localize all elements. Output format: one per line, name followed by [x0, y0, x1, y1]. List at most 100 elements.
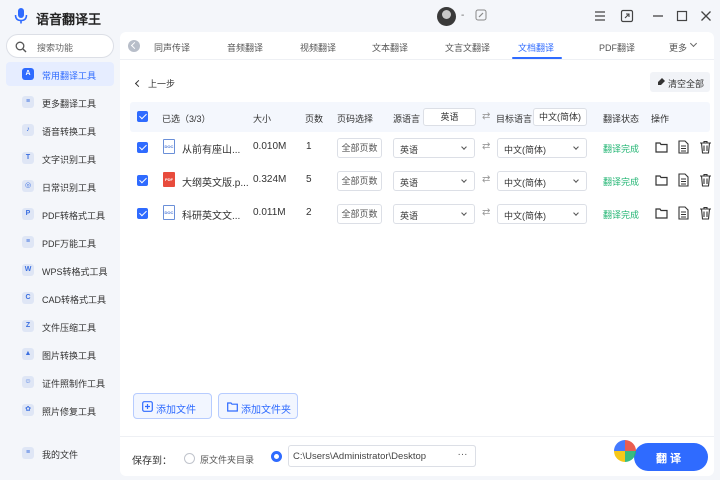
custom-dir-radio[interactable] — [271, 451, 282, 462]
sidebar-item-label: 常用翻译工具 — [42, 71, 97, 81]
open-folder-icon[interactable] — [655, 140, 668, 154]
sidebar-item-text-ocr[interactable]: T 文字识别工具 — [6, 146, 114, 170]
close-icon[interactable] — [699, 9, 713, 23]
target-lang-dropdown[interactable]: 中文(简体) — [497, 171, 587, 191]
save-path-input[interactable]: C:\Users\Administrator\Desktop — [288, 445, 476, 467]
menu-icon[interactable] — [593, 9, 607, 23]
broom-icon — [658, 78, 665, 85]
sidebar-item-voice-convert[interactable]: ♪ 语音转换工具 — [6, 118, 114, 142]
view-file-icon[interactable] — [677, 206, 690, 220]
save-path-value: C:\Users\Administrator\Desktop — [293, 451, 427, 462]
tab-audio[interactable]: 音频翻译 — [227, 41, 263, 54]
row-checkbox[interactable] — [137, 175, 148, 186]
page-select-button[interactable]: 全部页数 — [337, 171, 382, 191]
sidebar-item-id-photo[interactable]: ☺ 证件照制作工具 — [6, 370, 114, 394]
tab-more[interactable]: 更多 — [669, 41, 687, 54]
row-checkbox[interactable] — [137, 142, 148, 153]
open-folder-icon[interactable] — [655, 173, 668, 187]
clear-all-label: 清空全部 — [668, 79, 705, 89]
source-lang-value: 英语 — [400, 211, 419, 221]
sidebar-item-pdf-tools[interactable]: ≡ PDF万能工具 — [6, 230, 114, 254]
delete-icon[interactable] — [699, 173, 712, 187]
target-lang-dropdown[interactable]: 中文(简体) — [497, 138, 587, 158]
sidebar-item-photo-repair[interactable]: ✿ 照片修复工具 — [6, 398, 114, 422]
doc-file-icon — [163, 139, 175, 154]
add-folder-icon — [227, 402, 238, 412]
tab-text[interactable]: 文本翻译 — [372, 41, 408, 54]
sidebar-item-pdf-convert[interactable]: P PDF转格式工具 — [6, 202, 114, 226]
sidebar-item-my-files[interactable]: ≡ 我的文件 — [6, 441, 114, 465]
username: - — [461, 10, 465, 21]
page-select-button[interactable]: 全部页数 — [337, 204, 382, 224]
source-lang-dropdown[interactable]: 英语 — [393, 204, 475, 224]
clear-all-button[interactable]: 清空全部 — [650, 72, 710, 92]
sidebar-item-file-compress[interactable]: Z 文件压缩工具 — [6, 314, 114, 338]
select-all-checkbox[interactable] — [137, 111, 148, 122]
tab-pdf[interactable]: PDF翻译 — [599, 41, 635, 54]
maximize-icon[interactable] — [675, 9, 689, 23]
table-row: 从前有座山... 0.010M 1 全部页数 英语 ⇄ 中文(简体) 翻译完成 — [130, 131, 712, 164]
source-lang-dropdown[interactable]: 英语 — [393, 171, 475, 191]
target-lang-dropdown[interactable]: 中文(简体) — [497, 204, 587, 224]
sidebar-item-wps-convert[interactable]: W WPS转格式工具 — [6, 258, 114, 282]
edit-icon[interactable] — [475, 9, 487, 21]
add-folder-button[interactable]: 添加文件夹 — [218, 393, 298, 419]
translate-button[interactable]: 翻 译 — [634, 443, 708, 471]
page-select-button[interactable]: 全部页数 — [337, 138, 382, 158]
tab-scroll-left-icon[interactable] — [128, 40, 140, 52]
sidebar-item-daily-recognition[interactable]: ◎ 日常识别工具 — [6, 174, 114, 198]
source-lang-value: 英语 — [400, 145, 419, 155]
tab-video[interactable]: 视频翻译 — [300, 41, 336, 54]
add-file-button[interactable]: 添加文件 — [133, 393, 212, 419]
add-file-icon — [142, 401, 153, 412]
scan-icon: ◎ — [22, 180, 34, 192]
sidebar-item-label: 更多翻译工具 — [42, 99, 97, 109]
id-photo-icon: ☺ — [22, 376, 34, 388]
batch-target-lang-select[interactable]: 中文(简体) — [533, 108, 587, 126]
back-button[interactable]: 上一步 — [148, 77, 175, 90]
chevron-down-icon[interactable] — [689, 39, 698, 48]
view-file-icon[interactable] — [677, 140, 690, 154]
tab-bar: 同声传译 音频翻译 视频翻译 文本翻译 文言文翻译 文档翻译 PDF翻译 更多 — [120, 32, 714, 60]
translation-status: 翻译完成 — [603, 144, 640, 154]
row-checkbox[interactable] — [137, 208, 148, 219]
tab-document[interactable]: 文档翻译 — [518, 41, 554, 54]
browse-button[interactable]: ··· — [450, 445, 476, 467]
sidebar-item-label: CAD转格式工具 — [42, 295, 107, 305]
search-label: 搜索功能 — [37, 43, 74, 53]
sidebar-item-cad-convert[interactable]: C CAD转格式工具 — [6, 286, 114, 310]
file-name: 大纲英文版.p... — [182, 178, 248, 189]
doc-file-icon — [163, 205, 175, 220]
pdf-icon: P — [22, 208, 34, 220]
sidebar: 搜索功能 A 常用翻译工具 ≡ 更多翻译工具 ♪ 语音转换工具 T 文字识别工具… — [0, 32, 120, 480]
sidebar-item-image-convert[interactable]: ▲ 图片转换工具 — [6, 342, 114, 366]
delete-icon[interactable] — [699, 140, 712, 154]
tab-simultaneous[interactable]: 同声传译 — [154, 41, 190, 54]
swap-icon[interactable]: ⇄ — [482, 111, 490, 122]
main-panel: 同声传译 音频翻译 视频翻译 文本翻译 文言文翻译 文档翻译 PDF翻译 更多 … — [120, 32, 714, 476]
source-lang-dropdown[interactable]: 英语 — [393, 138, 475, 158]
header-target-lang: 目标语言 — [496, 114, 533, 124]
back-arrow-icon[interactable] — [134, 79, 143, 88]
source-lang-value: 英语 — [400, 178, 419, 188]
delete-icon[interactable] — [699, 206, 712, 220]
sidebar-item-more-translate[interactable]: ≡ 更多翻译工具 — [6, 90, 114, 114]
translate-label: 翻 译 — [656, 453, 682, 465]
search-input[interactable]: 搜索功能 — [6, 34, 114, 58]
compact-mode-icon[interactable] — [620, 9, 634, 23]
tab-classical-chinese[interactable]: 文言文翻译 — [445, 41, 490, 54]
open-folder-icon[interactable] — [655, 206, 668, 220]
swap-icon[interactable]: ⇄ — [482, 141, 490, 152]
original-dir-radio[interactable] — [184, 453, 195, 464]
swap-icon[interactable]: ⇄ — [482, 207, 490, 218]
avatar[interactable] — [437, 7, 456, 26]
swap-icon[interactable]: ⇄ — [482, 174, 490, 185]
chevron-down-icon — [461, 144, 467, 150]
sidebar-item-common-translate[interactable]: A 常用翻译工具 — [6, 62, 114, 86]
view-file-icon[interactable] — [677, 173, 690, 187]
app-title: 语音翻译王 — [36, 12, 102, 27]
table-header: 已选（3/3） 大小 页数 页码选择 源语言 英语 ⇄ 目标语言 中文(简体) … — [130, 102, 710, 132]
minimize-icon[interactable] — [651, 9, 665, 23]
target-lang-value: 中文(简体) — [504, 178, 546, 188]
batch-source-lang-select[interactable]: 英语 — [423, 108, 476, 126]
